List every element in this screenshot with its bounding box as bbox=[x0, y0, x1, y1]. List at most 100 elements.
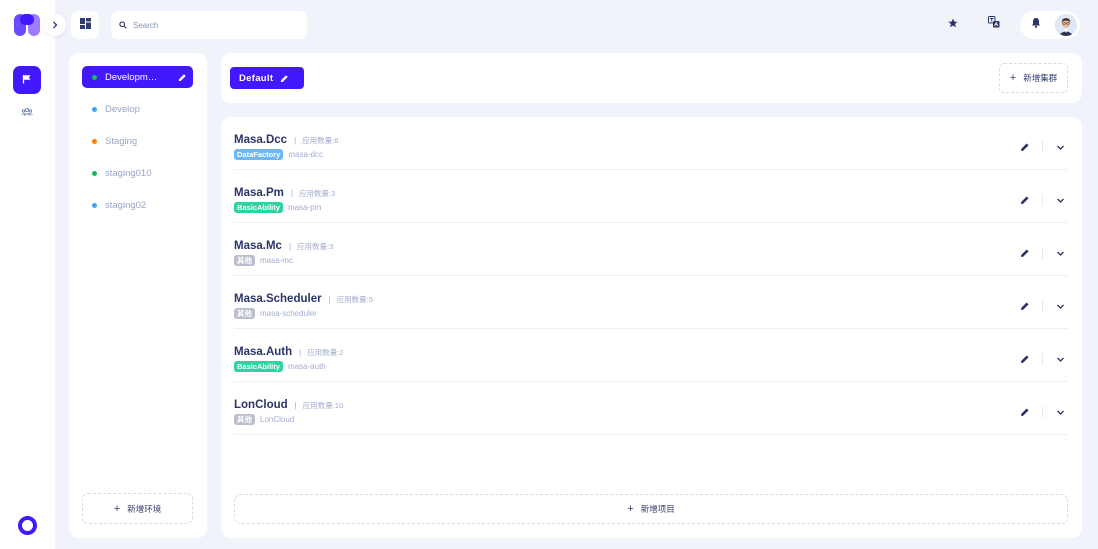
add-project-label: 新增项目 bbox=[640, 504, 675, 514]
project-name[interactable]: Masa.Scheduler bbox=[234, 293, 322, 305]
project-tag: DataFactory bbox=[234, 149, 284, 160]
env-item-staging010[interactable]: staging010 bbox=[82, 162, 193, 184]
rail-item-environments[interactable] bbox=[13, 66, 41, 94]
project-name[interactable]: Masa.Mc bbox=[234, 240, 282, 252]
edit-project-button[interactable] bbox=[1019, 353, 1031, 365]
project-title: Masa.Auth | 应用数量:2 bbox=[234, 346, 344, 358]
bell-icon bbox=[1031, 15, 1041, 33]
edit-icon bbox=[1021, 355, 1029, 363]
project-title: Masa.Pm | 应用数量:3 bbox=[234, 187, 335, 199]
project-tag: 其他 bbox=[234, 414, 255, 425]
expand-project-button[interactable] bbox=[1054, 353, 1066, 365]
env-item-staging02[interactable]: staging02 bbox=[82, 194, 193, 216]
flag-icon bbox=[22, 71, 32, 89]
expand-project-button[interactable] bbox=[1054, 300, 1066, 312]
project-name[interactable]: LonCloud bbox=[234, 399, 288, 411]
env-item-staging[interactable]: Staging bbox=[82, 130, 193, 152]
expand-sidebar-button[interactable] bbox=[44, 14, 66, 36]
expand-project-button[interactable] bbox=[1054, 406, 1066, 418]
cluster-tab-default[interactable]: Default bbox=[230, 67, 304, 89]
favorites-button[interactable] bbox=[946, 17, 960, 31]
project-row[interactable]: Masa.Auth | 应用数量:2 BasicAbility masa-auth bbox=[234, 329, 1068, 382]
project-meta: 其他 LonCloud bbox=[234, 414, 294, 425]
chevron-down-icon bbox=[1056, 357, 1064, 362]
dashboard-button[interactable] bbox=[71, 11, 99, 39]
project-name[interactable]: Masa.Dcc bbox=[234, 134, 287, 146]
app-count: 应用数量:2 bbox=[307, 348, 344, 357]
divider bbox=[1042, 247, 1043, 259]
add-environment-button[interactable]: + 新增环境 bbox=[82, 493, 193, 524]
add-environment-label: 新增环境 bbox=[127, 503, 162, 514]
project-meta: 其他 masa-scheduler bbox=[234, 308, 317, 319]
edit-project-button[interactable] bbox=[1019, 247, 1031, 259]
edit-icon[interactable] bbox=[280, 74, 289, 83]
project-meta: DataFactory masa-dcc bbox=[234, 149, 323, 160]
env-item-develop[interactable]: Develop bbox=[82, 98, 193, 120]
app-count: 应用数量:3 bbox=[297, 242, 334, 251]
app-count: 应用数量:10 bbox=[302, 401, 344, 410]
project-meta: 其他 masa-mc bbox=[234, 255, 293, 266]
edit-project-button[interactable] bbox=[1019, 141, 1031, 153]
search-box[interactable] bbox=[111, 11, 307, 39]
project-identity: masa-pm bbox=[287, 203, 322, 212]
chevron-right-icon bbox=[51, 16, 59, 34]
separator: | bbox=[290, 189, 293, 198]
env-item-label: Staging bbox=[105, 135, 138, 147]
project-row[interactable]: LonCloud | 应用数量:10 其他 LonCloud bbox=[234, 382, 1068, 435]
add-project-button[interactable]: + 新增项目 bbox=[234, 494, 1068, 524]
edit-project-button[interactable] bbox=[1019, 406, 1031, 418]
divider bbox=[1042, 141, 1043, 153]
masa-logo[interactable] bbox=[14, 12, 42, 38]
edit-icon bbox=[1021, 302, 1029, 310]
edit-icon[interactable] bbox=[171, 73, 193, 82]
plus-icon: + bbox=[113, 502, 121, 515]
env-item-development[interactable]: Developm… bbox=[82, 66, 193, 88]
plus-icon: + bbox=[627, 503, 634, 515]
project-identity: LonCloud bbox=[260, 415, 295, 424]
edit-icon bbox=[1021, 196, 1029, 204]
language-button[interactable] bbox=[987, 15, 1001, 33]
edit-icon bbox=[1021, 408, 1029, 416]
chevron-down-icon bbox=[1056, 198, 1064, 203]
search-input[interactable] bbox=[133, 20, 293, 30]
project-row[interactable]: Masa.Scheduler | 应用数量:5 其他 masa-scheduler bbox=[234, 276, 1068, 329]
project-row[interactable]: Masa.Dcc | 应用数量:6 DataFactory masa-dcc bbox=[234, 117, 1068, 170]
expand-project-button[interactable] bbox=[1054, 194, 1066, 206]
app-count: 应用数量:6 bbox=[302, 136, 339, 145]
app-count: 应用数量:3 bbox=[298, 189, 336, 198]
separator: | bbox=[328, 295, 331, 304]
edit-project-button[interactable] bbox=[1019, 194, 1031, 206]
separator: | bbox=[299, 348, 302, 357]
expand-project-button[interactable] bbox=[1054, 141, 1066, 153]
env-item-label: staging010 bbox=[105, 167, 152, 179]
translate-icon bbox=[988, 15, 1000, 33]
project-row[interactable]: Masa.Mc | 应用数量:3 其他 masa-mc bbox=[234, 223, 1068, 276]
notifications-button[interactable] bbox=[1029, 17, 1043, 31]
env-item-label: staging02 bbox=[105, 199, 147, 211]
expand-project-button[interactable] bbox=[1054, 247, 1066, 259]
project-row[interactable]: Masa.Pm | 应用数量:3 BasicAbility masa-pm bbox=[234, 170, 1068, 223]
rail-item-team[interactable] bbox=[13, 99, 41, 127]
env-item-label: Develop bbox=[105, 103, 140, 115]
add-cluster-label: 新增集群 bbox=[1023, 73, 1058, 83]
project-name[interactable]: Masa.Pm bbox=[234, 187, 284, 199]
divider bbox=[1042, 406, 1043, 418]
cluster-name: Default bbox=[239, 72, 274, 84]
env-status-dot bbox=[92, 202, 97, 208]
env-status-dot bbox=[92, 74, 97, 80]
search-icon bbox=[119, 16, 127, 34]
status-ring-icon[interactable] bbox=[18, 516, 37, 535]
project-meta: BasicAbility masa-auth bbox=[234, 361, 326, 372]
project-name[interactable]: Masa.Auth bbox=[234, 346, 292, 358]
divider bbox=[1042, 194, 1043, 206]
app-count: 应用数量:5 bbox=[336, 295, 373, 304]
plus-icon: + bbox=[1009, 72, 1017, 84]
env-status-dot bbox=[92, 138, 97, 144]
edit-icon bbox=[1021, 143, 1029, 151]
edit-project-button[interactable] bbox=[1019, 300, 1031, 312]
project-title: Masa.Mc | 应用数量:3 bbox=[234, 240, 333, 252]
star-icon bbox=[948, 15, 958, 33]
chevron-down-icon bbox=[1056, 145, 1064, 150]
avatar[interactable] bbox=[1055, 14, 1077, 36]
add-cluster-button[interactable]: + 新增集群 bbox=[999, 63, 1068, 93]
